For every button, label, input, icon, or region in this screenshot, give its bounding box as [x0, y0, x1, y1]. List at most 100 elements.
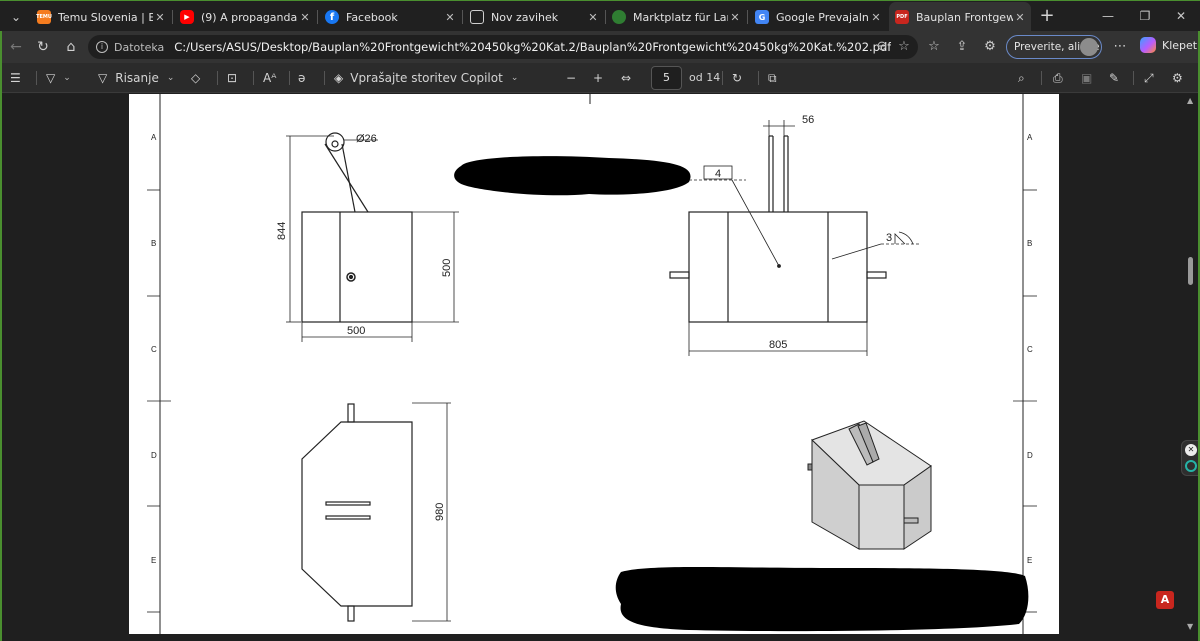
minus-icon: −: [566, 71, 577, 85]
tab-close-icon[interactable]: ✕: [869, 11, 883, 24]
avatar: [1080, 38, 1098, 56]
ask-copilot-label: Vprašajte storitev Copilot: [350, 71, 503, 85]
row-letter-e: E: [151, 556, 156, 565]
toolbar-separator: [324, 71, 325, 85]
row-letter-a-right: A: [1027, 133, 1033, 142]
toolbar-separator: [1133, 71, 1134, 85]
home-button[interactable]: ⌂: [61, 37, 81, 57]
dim-pin-spacing: 56: [802, 114, 814, 126]
front-view: [286, 132, 459, 342]
tab-new-tab[interactable]: Nov zavihek ✕: [464, 3, 604, 31]
close-window-button[interactable]: ✕: [1166, 5, 1196, 27]
extensions-icon[interactable]: ⚙: [980, 37, 1000, 57]
chevron-down-icon: ⌄: [510, 73, 519, 83]
read-aloud-button[interactable]: Aᴬ: [263, 68, 276, 88]
tab-marktplatz[interactable]: Marktplatz für Landmas ✕: [606, 3, 746, 31]
tab-temu[interactable]: TEMU Temu Slovenia | Explore ✕: [31, 3, 171, 31]
pdf-favicon-icon: PDF: [895, 10, 909, 24]
tab-bauplan-pdf[interactable]: PDF Bauplan Frontgewicht 4 ✕: [889, 2, 1031, 32]
save-as-button[interactable]: ✎: [1109, 68, 1119, 88]
row-letter-e-right: E: [1027, 556, 1032, 565]
pdf-toolbar: ☰ ▽ ⌄ ▽ Risanje ⌄ ◇ ⊡ Aᴬ ə ◈ Vprašajte st…: [0, 63, 1200, 93]
search-button[interactable]: ⌕: [1018, 68, 1025, 88]
tab-strip: ⌄ TEMU Temu Slovenia | Explore ✕ ▶ (9) A…: [0, 0, 1200, 32]
tractor-favicon-icon: [612, 10, 626, 24]
copilot-circle-icon[interactable]: [1185, 460, 1197, 472]
favorite-star-icon[interactable]: ☆: [894, 35, 914, 59]
tab-close-icon[interactable]: ✕: [728, 11, 742, 24]
toolbar-separator: [1041, 71, 1042, 85]
restore-button[interactable]: ❐: [1130, 5, 1160, 27]
dim-plan-length: 980: [434, 503, 446, 521]
scheme-label: Datoteka: [114, 40, 165, 54]
row-letter-b: B: [151, 239, 156, 248]
technical-drawing: A B C D E A B C D E Ø26 844 500 500 56 4…: [147, 94, 1037, 634]
back-button[interactable]: ←: [6, 37, 26, 57]
tab-youtube[interactable]: ▶ (9) A propaganda káros ✕: [174, 3, 316, 31]
ask-copilot-button[interactable]: ◈ Vprašajte storitev Copilot ⌄: [334, 68, 518, 88]
toolbar-separator: [758, 71, 759, 85]
info-icon[interactable]: i: [96, 41, 108, 53]
tab-google-translate[interactable]: G Google Prevajalnik ✕: [749, 3, 887, 31]
row-letter-c-right: C: [1027, 345, 1033, 354]
fit-width-icon: ⇔: [621, 71, 632, 85]
tab-title: Nov zavihek: [491, 10, 559, 24]
page-view-button[interactable]: ⧉: [768, 68, 777, 88]
zoom-in-button[interactable]: +: [593, 68, 603, 88]
profile-button[interactable]: Preverite, ali ste: [1006, 35, 1102, 59]
fit-to-width-button[interactable]: ⇔: [621, 68, 631, 88]
minimize-button[interactable]: —: [1093, 5, 1123, 27]
zoom-icon[interactable]: ⊖: [872, 35, 892, 59]
acrobat-icon[interactable]: A: [1156, 591, 1174, 609]
page-number-input[interactable]: 5: [651, 66, 682, 90]
tab-close-icon[interactable]: ✕: [443, 11, 457, 24]
eraser-button[interactable]: ◇: [191, 68, 200, 88]
row-letter-a: A: [151, 133, 157, 142]
toolbar-separator: [217, 71, 218, 85]
more-menu-icon[interactable]: ⋯: [1110, 37, 1130, 57]
expand-icon: ⤢: [1144, 71, 1154, 85]
new-tab-button[interactable]: +: [1036, 5, 1058, 27]
print-button[interactable]: ⎙: [1053, 68, 1063, 88]
address-toolbar: ← ↻ ⌂ i Datoteka C:/Users/ASUS/Desktop/B…: [0, 31, 1200, 63]
toolbar-separator: [253, 71, 254, 85]
translate-button[interactable]: ə: [298, 68, 305, 88]
contents-list-icon[interactable]: ☰: [10, 68, 21, 88]
copilot-icon: ◈: [334, 71, 344, 85]
scrollbar-thumb[interactable]: [1188, 257, 1193, 285]
plus-icon: +: [593, 71, 604, 85]
tab-separator: [462, 10, 463, 24]
scroll-up-icon[interactable]: ▲: [1187, 96, 1193, 105]
tab-close-icon[interactable]: ✕: [153, 11, 167, 24]
tab-close-icon[interactable]: ✕: [1013, 11, 1027, 24]
address-bar[interactable]: i Datoteka C:/Users/ASUS/Desktop/Bauplan…: [88, 35, 918, 59]
row-letter-b-right: B: [1027, 239, 1032, 248]
tab-actions-menu-icon[interactable]: ⌄: [6, 7, 26, 27]
highlight-tool[interactable]: ▽ ⌄: [46, 68, 71, 88]
redaction-mark: [454, 156, 691, 196]
read-aloud-icon: Aᴬ: [263, 71, 277, 85]
favorites-icon[interactable]: ☆: [924, 37, 944, 57]
add-text-button[interactable]: ⊡: [227, 68, 237, 88]
fullscreen-button[interactable]: ⤢: [1144, 68, 1154, 88]
scroll-down-icon[interactable]: ▼: [1187, 622, 1193, 631]
save-button[interactable]: ▣: [1081, 68, 1092, 88]
new-tab-page-icon: [470, 10, 484, 24]
tab-close-icon[interactable]: ✕: [586, 11, 600, 24]
tab-facebook[interactable]: f Facebook ✕: [319, 3, 461, 31]
rotate-button[interactable]: ↻: [732, 68, 742, 88]
row-letter-d: D: [151, 451, 157, 460]
settings-button[interactable]: ⚙: [1172, 68, 1183, 88]
highlighter-icon: ▽: [46, 71, 56, 85]
close-icon[interactable]: ✕: [1185, 444, 1197, 456]
tab-separator: [747, 10, 748, 24]
draw-tool[interactable]: ▽ Risanje ⌄: [98, 68, 174, 88]
copilot-chat-button[interactable]: Klepet: [1140, 37, 1197, 53]
tab-close-icon[interactable]: ✕: [298, 11, 312, 24]
zoom-out-button[interactable]: −: [566, 68, 576, 88]
tab-title: Facebook: [346, 10, 398, 24]
refresh-button[interactable]: ↻: [33, 37, 53, 57]
toolbar-separator: [289, 71, 290, 85]
share-icon[interactable]: ⇪: [952, 37, 972, 57]
url-text[interactable]: C:/Users/ASUS/Desktop/Bauplan%20Frontgew…: [174, 40, 891, 54]
